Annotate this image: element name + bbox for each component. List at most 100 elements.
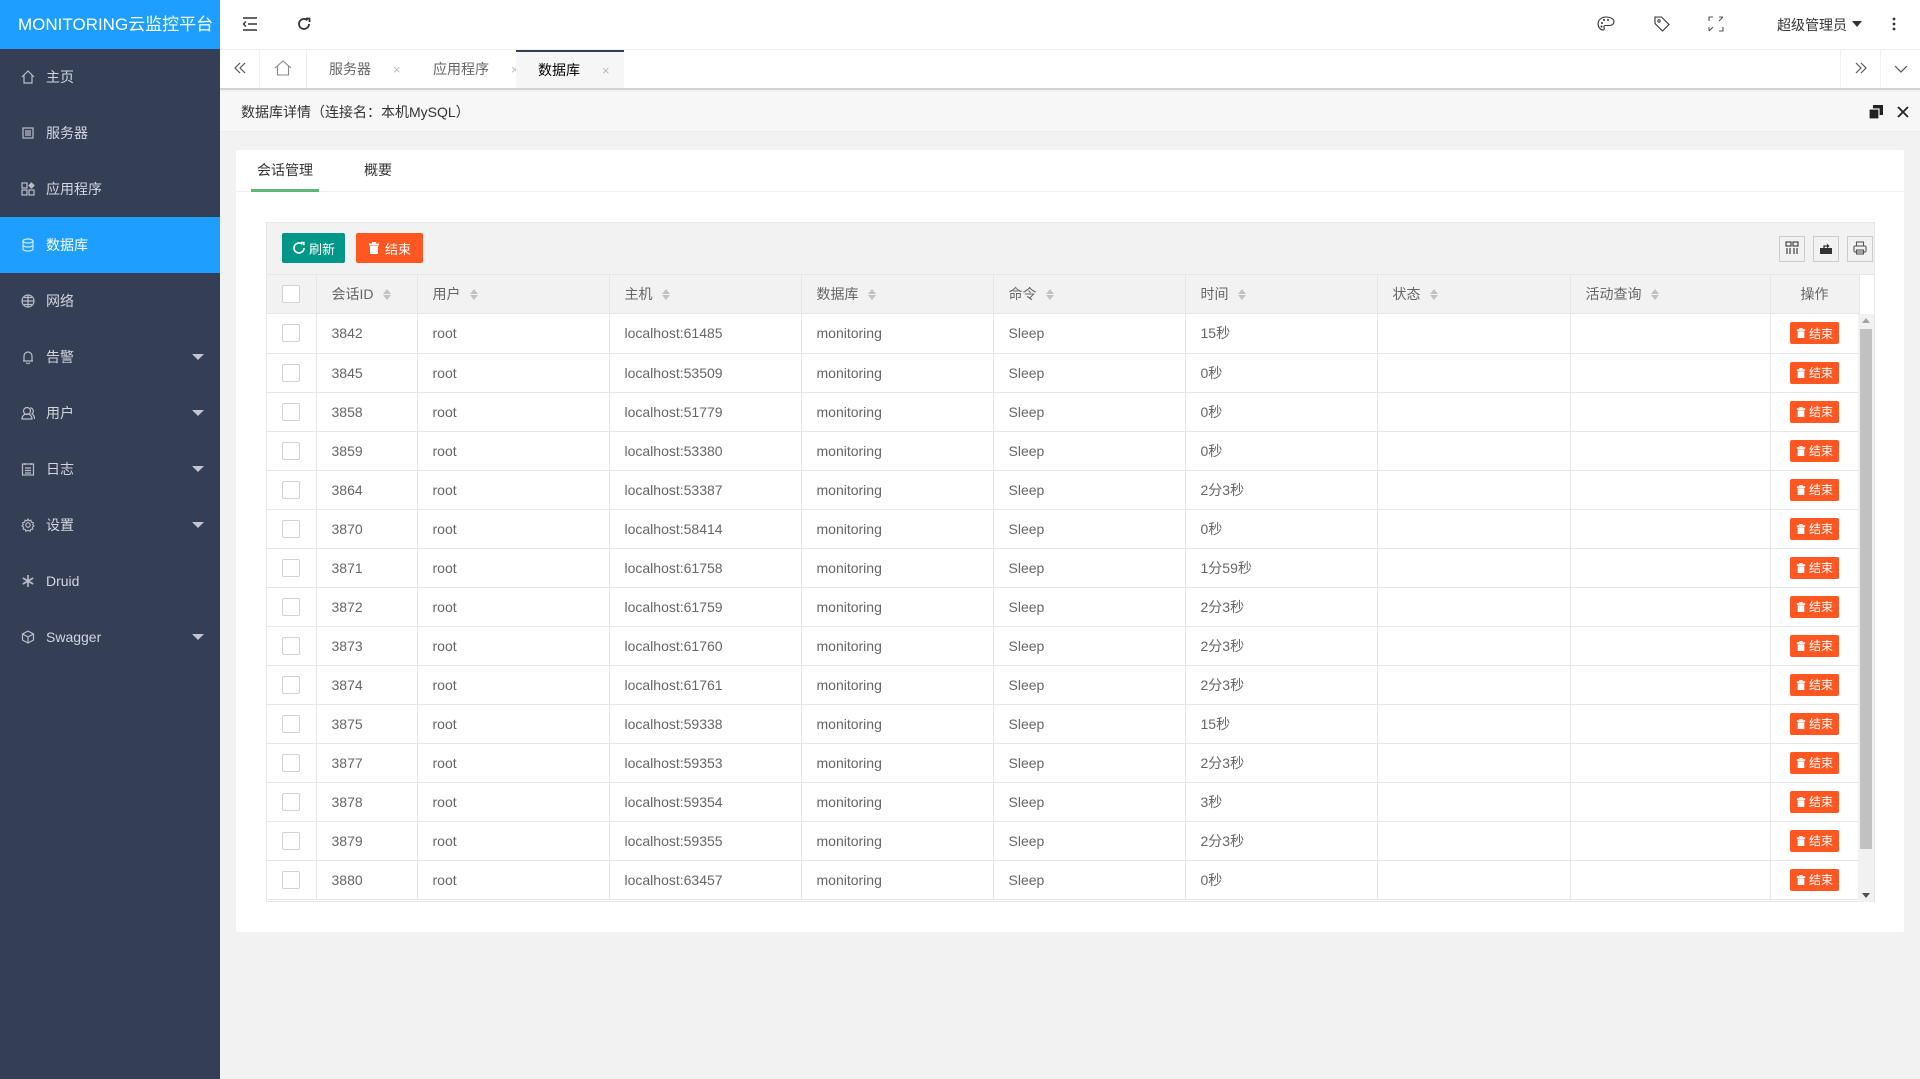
- row-checkbox[interactable]: [282, 402, 301, 421]
- export-button[interactable]: [1813, 236, 1839, 262]
- kill-session-button[interactable]: 结束: [1789, 361, 1839, 384]
- scrollbar-thumb[interactable]: [1860, 329, 1872, 849]
- table-row[interactable]: 3875 root localhost:59338 monitoring Sleep 15…: [267, 704, 1859, 744]
- tabs-scroll-right-button[interactable]: [1840, 50, 1880, 88]
- table-row[interactable]: 3870 root localhost:58414 monitoring Sleep 0秒…: [267, 509, 1859, 549]
- sidebar-item-10[interactable]: Swagger: [0, 609, 220, 665]
- scroll-up-arrow-icon[interactable]: [1862, 318, 1870, 323]
- app-logo-title[interactable]: MONITORING云监控平台: [0, 0, 220, 49]
- kill-session-button[interactable]: 结束: [1789, 751, 1839, 774]
- sidebar-item-7[interactable]: 日志: [0, 441, 220, 497]
- row-checkbox[interactable]: [282, 675, 301, 694]
- table-scrollbar[interactable]: [1858, 314, 1874, 902]
- menu-fold-button[interactable]: [232, 0, 268, 50]
- sort-icon[interactable]: [661, 288, 670, 300]
- tag-button[interactable]: [1644, 0, 1680, 50]
- column-header-database[interactable]: 数据库: [801, 275, 994, 314]
- tabs-scroll-left-button[interactable]: [220, 50, 260, 88]
- table-row[interactable]: 3858 root localhost:51779 monitoring Sleep 0秒…: [267, 392, 1859, 432]
- sort-icon[interactable]: [382, 288, 391, 300]
- row-checkbox[interactable]: [282, 831, 301, 850]
- kill-session-button[interactable]: 结束: [1789, 439, 1839, 462]
- sort-icon[interactable]: [1045, 288, 1054, 300]
- tab-0[interactable]: 服务器 ×: [307, 50, 415, 88]
- tabs-menu-button[interactable]: [1880, 50, 1920, 88]
- kill-session-button[interactable]: 结束: [1789, 322, 1839, 345]
- tab-1[interactable]: 应用程序 ×: [411, 50, 533, 88]
- column-filter-button[interactable]: [1779, 236, 1805, 262]
- sort-icon[interactable]: [1429, 288, 1438, 300]
- sidebar-item-6[interactable]: 用户: [0, 385, 220, 441]
- kill-session-button[interactable]: 结束: [1789, 556, 1839, 579]
- column-header-time[interactable]: 时间: [1185, 275, 1378, 314]
- fullscreen-button[interactable]: [1698, 0, 1734, 50]
- kill-selected-button[interactable]: 结束: [356, 233, 424, 263]
- row-checkbox[interactable]: [282, 519, 301, 538]
- close-detail-button[interactable]: [1896, 105, 1910, 122]
- user-menu[interactable]: 超级管理员: [1777, 0, 1862, 50]
- sidebar-item-1[interactable]: 服务器: [0, 105, 220, 161]
- sort-icon[interactable]: [469, 288, 478, 300]
- kill-session-button[interactable]: 结束: [1789, 790, 1839, 813]
- sort-icon[interactable]: [867, 288, 876, 300]
- subtab-overview[interactable]: 概要: [364, 150, 392, 192]
- row-checkbox[interactable]: [282, 753, 301, 772]
- scroll-down-arrow-icon[interactable]: [1862, 893, 1870, 898]
- column-header-active-query[interactable]: 活动查询: [1570, 275, 1771, 314]
- row-checkbox[interactable]: [282, 792, 301, 811]
- column-header-host[interactable]: 主机: [609, 275, 802, 314]
- table-row[interactable]: 3877 root localhost:59353 monitoring Sleep 2分…: [267, 743, 1859, 783]
- column-header-state[interactable]: 状态: [1377, 275, 1571, 314]
- sidebar-item-4[interactable]: 网络: [0, 273, 220, 329]
- table-row[interactable]: 3842 root localhost:61485 monitoring Sleep 15…: [267, 314, 1859, 354]
- home-tab[interactable]: [260, 50, 307, 88]
- kill-session-button[interactable]: 结束: [1789, 595, 1839, 618]
- table-row[interactable]: 3864 root localhost:53387 monitoring Sleep 2分…: [267, 470, 1859, 510]
- column-header-command[interactable]: 命令: [993, 275, 1186, 314]
- column-header-session-id[interactable]: 会话ID: [316, 275, 418, 314]
- table-row[interactable]: 3874 root localhost:61761 monitoring Sleep 2分…: [267, 665, 1859, 705]
- row-checkbox[interactable]: [282, 714, 301, 733]
- table-row[interactable]: 3859 root localhost:53380 monitoring Sleep 0秒…: [267, 431, 1859, 471]
- sidebar-item-2[interactable]: 应用程序: [0, 161, 220, 217]
- table-row[interactable]: 3872 root localhost:61759 monitoring Sleep 2分…: [267, 587, 1859, 627]
- kill-session-button[interactable]: 结束: [1789, 400, 1839, 423]
- sidebar-item-0[interactable]: 主页: [0, 49, 220, 105]
- row-checkbox[interactable]: [282, 636, 301, 655]
- row-checkbox[interactable]: [282, 558, 301, 577]
- table-row[interactable]: 3871 root localhost:61758 monitoring Sleep 1分…: [267, 548, 1859, 588]
- row-checkbox[interactable]: [282, 324, 301, 343]
- row-checkbox[interactable]: [282, 597, 301, 616]
- sidebar-item-8[interactable]: 设置: [0, 497, 220, 553]
- refresh-button[interactable]: 刷新: [282, 233, 346, 263]
- row-checkbox[interactable]: [282, 480, 301, 499]
- row-checkbox[interactable]: [282, 441, 301, 460]
- kill-session-button[interactable]: 结束: [1789, 478, 1839, 501]
- tab-close-icon[interactable]: ×: [602, 63, 610, 78]
- sort-icon[interactable]: [1237, 288, 1246, 300]
- kill-session-button[interactable]: 结束: [1789, 673, 1839, 696]
- kill-session-button[interactable]: 结束: [1789, 868, 1839, 891]
- tab-2[interactable]: 数据库 ×: [516, 50, 624, 88]
- sort-icon[interactable]: [1650, 288, 1659, 300]
- tab-close-icon[interactable]: ×: [393, 62, 401, 77]
- table-row[interactable]: 3880 root localhost:63457 monitoring Sleep 0秒…: [267, 860, 1859, 900]
- sidebar-item-9[interactable]: Druid: [0, 553, 220, 609]
- subtab-session-management[interactable]: 会话管理: [251, 150, 319, 192]
- table-row[interactable]: 3845 root localhost:53509 monitoring Sleep 0秒…: [267, 353, 1859, 393]
- maximize-button[interactable]: [1868, 105, 1883, 122]
- kill-session-button[interactable]: 结束: [1789, 517, 1839, 540]
- table-row[interactable]: 3878 root localhost:59354 monitoring Sleep 3秒…: [267, 782, 1859, 822]
- theme-button[interactable]: [1588, 0, 1624, 50]
- more-button[interactable]: [1882, 0, 1906, 50]
- table-row[interactable]: 3873 root localhost:61760 monitoring Sleep 2分…: [267, 626, 1859, 666]
- kill-session-button[interactable]: 结束: [1789, 712, 1839, 735]
- kill-session-button[interactable]: 结束: [1789, 634, 1839, 657]
- select-all-checkbox[interactable]: [282, 284, 301, 303]
- sidebar-item-3[interactable]: 数据库: [0, 217, 220, 273]
- row-checkbox[interactable]: [282, 363, 301, 382]
- table-row[interactable]: 3879 root localhost:59355 monitoring Sleep 2分…: [267, 821, 1859, 861]
- refresh-page-button[interactable]: [286, 0, 322, 50]
- kill-session-button[interactable]: 结束: [1789, 829, 1839, 852]
- print-button[interactable]: [1847, 236, 1873, 262]
